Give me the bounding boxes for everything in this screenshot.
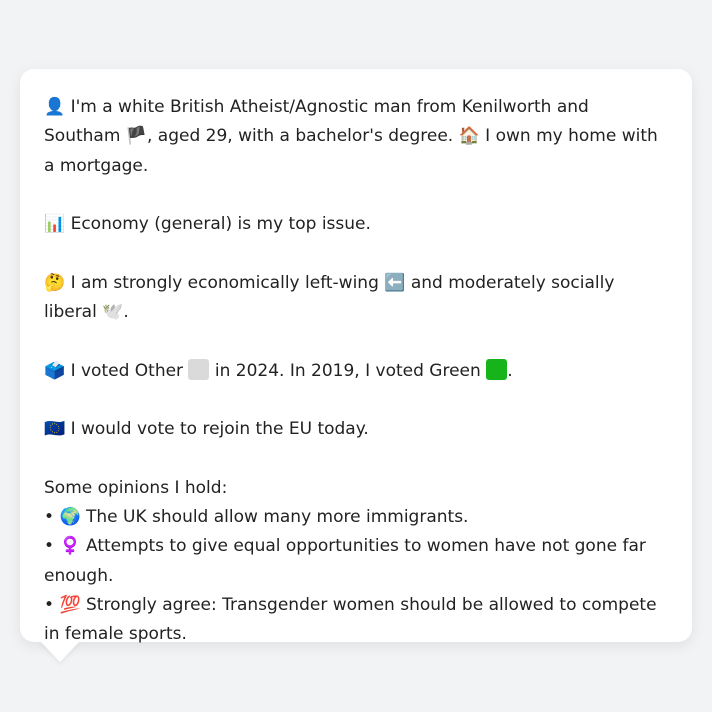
vote-line: 🗳️ I voted Other in 2024. In 2019, I vot…: [44, 357, 668, 386]
bullet: •: [44, 536, 55, 557]
ideology-text: I am strongly economically left-wing: [70, 272, 379, 293]
opinion-item: • 🌍 The UK should allow many more immigr…: [44, 503, 668, 532]
ideology-line: 🤔 I am strongly economically left-wing ⬅…: [44, 269, 668, 328]
left-arrow-icon: ⬅️: [384, 272, 406, 293]
opinion-text: Attempts to give equal opportunities to …: [44, 536, 646, 586]
house-icon: 🏠: [458, 126, 480, 147]
opinions-header: Some opinions I hold:: [44, 477, 228, 498]
opinion-item: • ♀️ Attempts to give equal opportunitie…: [44, 532, 668, 591]
thinking-face-icon: 🤔: [44, 272, 66, 293]
issue-line: 📊 Economy (general) is my top issue.: [44, 210, 668, 239]
ballot-box-icon: 🗳️: [44, 360, 66, 381]
ideology-end: .: [123, 302, 129, 323]
vote-text-continued: in 2024. In 2019, I voted Green: [214, 360, 481, 381]
bullet: •: [44, 595, 55, 616]
eu-flag-icon: 🇪🇺: [44, 419, 66, 440]
female-sign-icon: ♀️: [59, 536, 81, 557]
intro-line: 👤 I'm a white British Atheist/Agnostic m…: [44, 93, 668, 181]
person-icon: 👤: [44, 97, 66, 117]
eu-text: I would vote to rejoin the EU today.: [70, 419, 369, 440]
green-party-color-swatch: [486, 358, 508, 380]
vote-end: .: [507, 360, 513, 381]
globe-icon: 🌍: [59, 507, 81, 528]
opinion-item: • 💯 Strongly agree: Transgender women sh…: [44, 591, 668, 650]
profile-card: 👤 I'm a white British Atheist/Agnostic m…: [20, 69, 692, 644]
dove-icon: 🕊️: [102, 302, 124, 323]
hundred-points-icon: 💯: [59, 595, 81, 616]
speech-bubble-tail: [40, 641, 80, 662]
chart-icon: 📊: [44, 214, 66, 235]
vote-text: I voted Other: [70, 360, 184, 381]
bullet: •: [44, 507, 55, 528]
other-party-color-swatch: [188, 358, 210, 380]
opinion-text: The UK should allow many more immigrants…: [86, 507, 469, 528]
intro-text-continued: , aged 29, with a bachelor's degree.: [146, 126, 454, 147]
england-flag-icon: 🏴: [125, 126, 147, 147]
eu-line: 🇪🇺 I would vote to rejoin the EU today.: [44, 415, 668, 444]
opinion-text: Strongly agree: Transgender women should…: [44, 595, 657, 645]
issue-text: Economy (general) is my top issue.: [70, 214, 371, 235]
